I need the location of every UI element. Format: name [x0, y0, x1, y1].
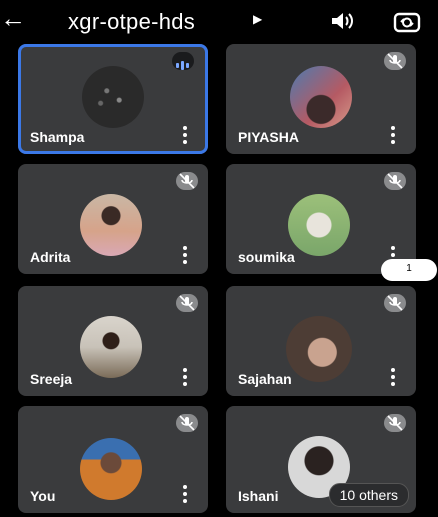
- participant-tile-piyasha[interactable]: PIYASHA: [226, 44, 416, 154]
- more-options-icon[interactable]: [183, 368, 188, 386]
- mic-off-icon: [384, 414, 406, 432]
- participant-tile-sajahan[interactable]: Sajahan: [226, 286, 416, 396]
- participant-name: Sreeja: [30, 371, 73, 387]
- participant-tile-soumika[interactable]: soumika: [226, 164, 416, 274]
- participant-tile-shampa[interactable]: Shampa: [18, 44, 208, 154]
- participant-tile-adrita[interactable]: Adrita: [18, 164, 208, 274]
- participant-name: Shampa: [30, 129, 85, 145]
- participant-name: soumika: [238, 249, 295, 265]
- more-options-icon[interactable]: [391, 126, 396, 144]
- avatar: [80, 316, 142, 378]
- mic-off-icon: [384, 52, 406, 70]
- meeting-code[interactable]: xgr-otpe-hds: [68, 9, 195, 35]
- top-bar: ← xgr-otpe-hds ▶: [0, 0, 438, 40]
- mic-off-icon: [384, 172, 406, 190]
- flip-camera-icon[interactable]: [393, 11, 421, 38]
- participant-name: Sajahan: [238, 371, 292, 387]
- participant-name: You: [30, 488, 56, 504]
- mic-off-icon: [176, 172, 198, 190]
- participant-tile-sreeja[interactable]: Sreeja: [18, 286, 208, 396]
- others-count-button[interactable]: 10 others: [328, 483, 409, 507]
- participant-tile-ishani[interactable]: Ishani 10 others: [226, 406, 416, 513]
- avatar: [288, 194, 350, 256]
- mic-off-icon: [176, 294, 198, 312]
- participant-name: Adrita: [30, 249, 71, 265]
- more-options-icon[interactable]: [391, 368, 396, 386]
- participant-name: PIYASHA: [238, 129, 299, 145]
- more-options-icon[interactable]: [183, 246, 188, 264]
- participant-name: Ishani: [238, 488, 279, 504]
- mic-off-icon: [176, 414, 198, 432]
- back-arrow-icon[interactable]: ←: [0, 5, 26, 31]
- speaking-indicator-icon: [172, 52, 194, 71]
- mic-off-icon: [384, 294, 406, 312]
- avatar: [80, 438, 142, 500]
- avatar: [82, 66, 144, 128]
- speaker-icon[interactable]: [330, 12, 356, 35]
- caret-right-icon[interactable]: ▶: [253, 12, 262, 26]
- more-options-icon[interactable]: [183, 126, 188, 144]
- participant-tile-you[interactable]: You: [18, 406, 208, 513]
- avatar: [290, 66, 352, 128]
- avatar: [80, 194, 142, 256]
- more-options-icon[interactable]: [183, 485, 188, 503]
- notification-badge[interactable]: 1: [381, 259, 437, 281]
- avatar: [286, 316, 352, 382]
